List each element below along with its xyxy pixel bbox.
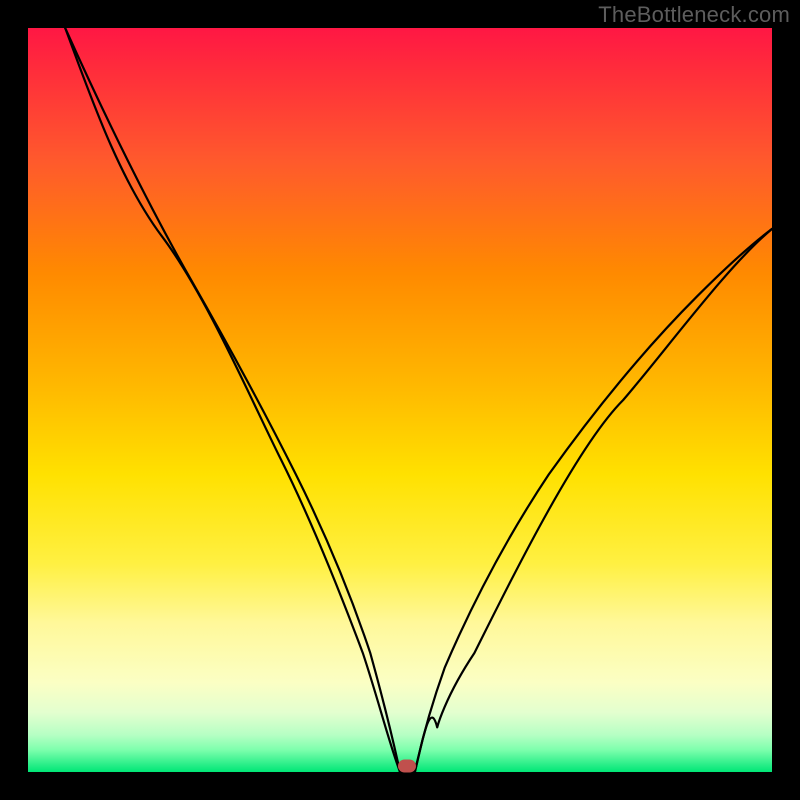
plot-area [28,28,772,772]
chart-frame: TheBottleneck.com [0,0,800,800]
gradient-background [28,28,772,772]
bottleneck-marker [398,760,416,773]
chart-svg [28,28,772,772]
watermark-text: TheBottleneck.com [598,2,790,28]
